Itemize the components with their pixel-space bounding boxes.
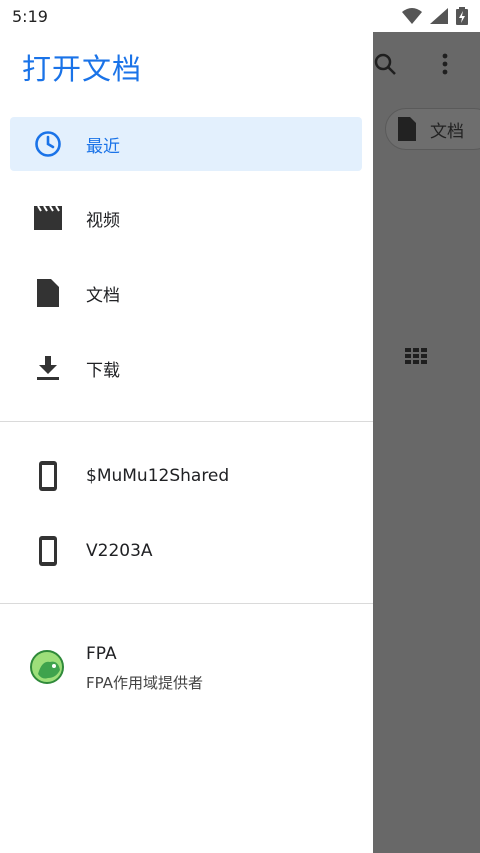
filter-chip-documents[interactable]: 文档: [385, 108, 480, 150]
nav-item-label: 文档: [86, 285, 120, 306]
root-item-label: $MuMu12Shared: [86, 466, 230, 486]
root-item-mumu-shared[interactable]: $MuMu12Shared: [10, 449, 362, 503]
grid-view-icon[interactable]: [405, 348, 427, 364]
battery-icon: [456, 7, 468, 25]
phone-icon: [34, 461, 62, 491]
app-item-fpa[interactable]: FPA FPA作用域提供者: [10, 640, 362, 704]
nav-item-label: 最近: [86, 136, 120, 157]
nav-item-videos[interactable]: 视频: [10, 191, 362, 245]
navigation-drawer: 打开文档 最近 视频 文档 下载 $MuMu12Shared V2203A FP…: [0, 32, 373, 853]
status-time: 5:19: [12, 6, 48, 26]
download-icon: [34, 354, 62, 382]
nav-item-recent[interactable]: 最近: [10, 117, 362, 171]
search-icon[interactable]: [373, 52, 397, 76]
more-options-icon[interactable]: [439, 52, 451, 76]
status-bar: 5:19: [0, 0, 480, 32]
filter-chip-label: 文档: [430, 121, 464, 142]
fpa-app-icon: [30, 650, 64, 684]
root-item-v2203a[interactable]: V2203A: [10, 524, 362, 578]
wifi-icon: [402, 8, 422, 24]
root-item-label: V2203A: [86, 541, 153, 561]
background-toolbar: [373, 32, 480, 92]
app-item-name: FPA: [86, 644, 117, 664]
clock-icon: [34, 130, 62, 158]
section-divider: [0, 421, 373, 422]
nav-item-documents[interactable]: 文档: [10, 266, 362, 320]
background-app-scrim[interactable]: 文档: [373, 32, 480, 853]
nav-item-label: 视频: [86, 210, 120, 231]
app-item-subtitle: FPA作用域提供者: [86, 674, 203, 692]
document-icon: [398, 117, 416, 141]
signal-icon: [430, 8, 448, 24]
nav-item-label: 下载: [86, 360, 120, 381]
document-icon: [34, 279, 62, 307]
nav-item-downloads[interactable]: 下载: [10, 341, 362, 395]
status-icons: [402, 7, 468, 25]
drawer-title: 打开文档: [22, 52, 143, 86]
phone-icon: [34, 536, 62, 566]
video-icon: [34, 204, 62, 232]
section-divider: [0, 603, 373, 604]
